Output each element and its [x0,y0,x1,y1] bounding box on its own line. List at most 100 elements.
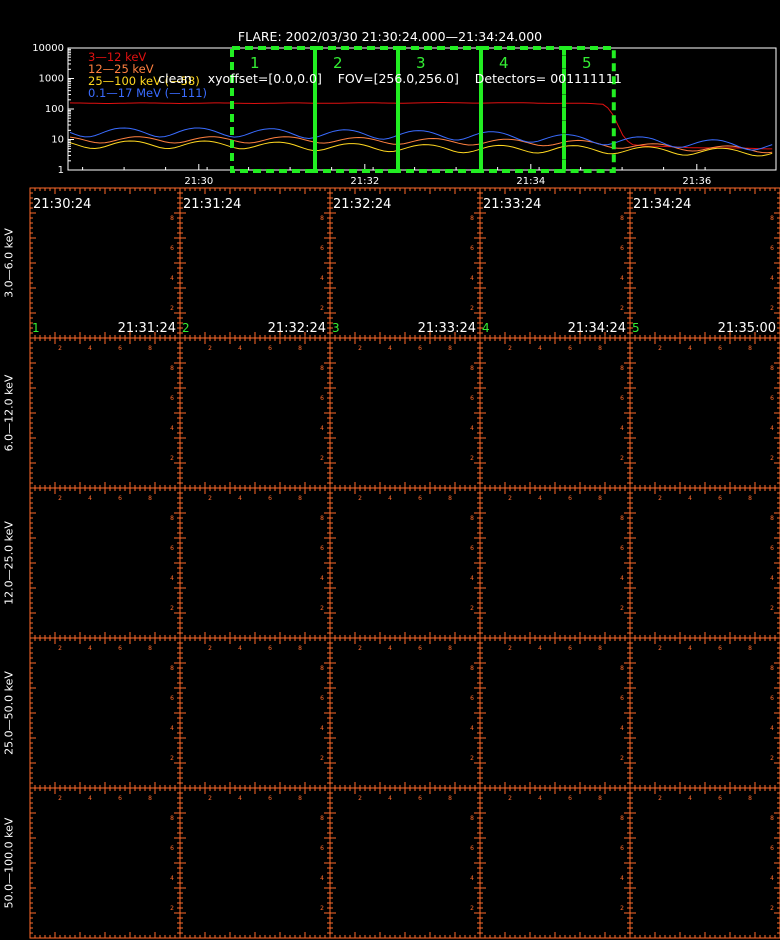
panel-axis-number: 6 [568,345,572,352]
panel-axis-number: 2 [508,795,512,802]
panel-axis-number: 6 [470,545,474,552]
panel-axis-number: 8 [470,665,474,672]
image-panel [329,487,481,639]
panel-axis-number: 6 [718,345,722,352]
panel-axis-number: 4 [688,795,692,802]
panel-axis-number: 2 [320,905,324,912]
panel-axis-number: 6 [170,245,174,252]
panel-axis-number: 8 [320,515,324,522]
panel-start-time: 21:34:24 [633,197,691,212]
panel-axis-number: 6 [418,645,422,652]
image-panel [29,337,181,489]
panel-axis-number: 8 [148,645,152,652]
panel-end-time: 21:31:24 [118,321,176,336]
y-tick-label: 10 [51,135,64,146]
panel-axis-number: 6 [718,645,722,652]
panel-axis-number: 4 [538,495,542,502]
panel-axis-number: 4 [620,275,624,282]
panel-axis-number: 8 [748,645,752,652]
panel-axis-number: 2 [620,905,624,912]
image-panel [629,487,780,639]
panel-axis-number: 4 [170,725,174,732]
panel-axis-number: 2 [208,345,212,352]
panel-axis-number: 2 [58,345,62,352]
panel-axis-number: 2 [58,795,62,802]
panel-axis-number: 2 [658,495,662,502]
panel-axis-number: 2 [770,755,774,762]
panel-axis-number: 8 [320,365,324,372]
panel-axis-number: 2 [58,645,62,652]
panel-axis-number: 6 [268,645,272,652]
panel-axis-number: 8 [298,645,302,652]
panel-axis-number: 6 [268,495,272,502]
image-panel [179,787,331,939]
panel-axis-number: 4 [88,495,92,502]
panel-axis-number: 2 [320,305,324,312]
panel-axis-number: 6 [170,545,174,552]
panel-axis-number: 4 [770,875,774,882]
image-panel [29,637,181,789]
panel-axis-number: 8 [320,665,324,672]
panel-axis-number: 6 [770,695,774,702]
panel-axis-number: 2 [320,605,324,612]
panel-axis-number: 4 [320,875,324,882]
image-panel [479,787,631,939]
panel-axis-number: 2 [470,455,474,462]
panel-axis-number: 2 [508,645,512,652]
panel-axis-number: 6 [470,245,474,252]
image-panel [179,487,331,639]
panel-axis-number: 6 [770,245,774,252]
panel-axis-number: 6 [118,345,122,352]
panel-axis-number: 4 [620,875,624,882]
panel-axis-number: 2 [658,795,662,802]
panel-axis-number: 8 [170,365,174,372]
panel-axis-number: 6 [320,545,324,552]
panel-axis-number: 2 [658,645,662,652]
panel-axis-number: 6 [770,845,774,852]
panel-axis-number: 4 [238,645,242,652]
panel-axis-number: 8 [298,345,302,352]
panel-axis-number: 2 [358,795,362,802]
panel-axis-number: 2 [770,305,774,312]
panel-axis-number: 4 [770,725,774,732]
panel-axis-number: 4 [620,725,624,732]
panel-axis-number: 6 [170,395,174,402]
panel-axis-number: 8 [748,495,752,502]
panel-axis-number: 4 [88,645,92,652]
panel-number: 4 [482,321,490,335]
main-canvas: 11010010001000021:30 21:32 21:34 21:363—12 … [29,43,780,939]
panel-axis-number: 6 [470,695,474,702]
panel-axis-number: 2 [620,605,624,612]
image-panel [479,337,631,489]
panel-axis-number: 6 [268,795,272,802]
panel-axis-number: 4 [170,275,174,282]
panel-start-time: 21:33:24 [483,197,541,212]
x-tick-label: 21:36 [682,176,711,187]
row-label-12-25-kev: 12.0—25.0 keV [2,521,16,605]
panel-axis-number: 6 [320,395,324,402]
panel-axis-number: 8 [598,345,602,352]
panel-axis-number: 4 [470,425,474,432]
image-panel [329,787,481,939]
panel-axis-number: 4 [238,495,242,502]
panel-end-time: 21:32:24 [268,321,326,336]
panel-axis-number: 2 [208,645,212,652]
panel-axis-number: 8 [770,815,774,822]
panel-axis-number: 8 [448,645,452,652]
panel-axis-number: 4 [688,495,692,502]
panel-axis-number: 2 [770,905,774,912]
panel-axis-number: 4 [770,575,774,582]
panel-start-time: 21:31:24 [183,197,241,212]
row-label-25-50-kev: 25.0—50.0 keV [2,671,16,755]
image-panel [329,337,481,489]
row-label-3-6-kev: 3.0—6.0 keV [2,228,16,298]
panel-axis-number: 4 [620,575,624,582]
y-tick-label: 100 [45,104,64,115]
panel-axis-number: 4 [88,345,92,352]
panel-axis-number: 8 [620,515,624,522]
panel-axis-number: 4 [388,495,392,502]
panel-axis-number: 8 [748,345,752,352]
panel-axis-number: 6 [620,845,624,852]
x-tick-label: 21:34 [516,176,545,187]
panel-axis-number: 4 [470,875,474,882]
